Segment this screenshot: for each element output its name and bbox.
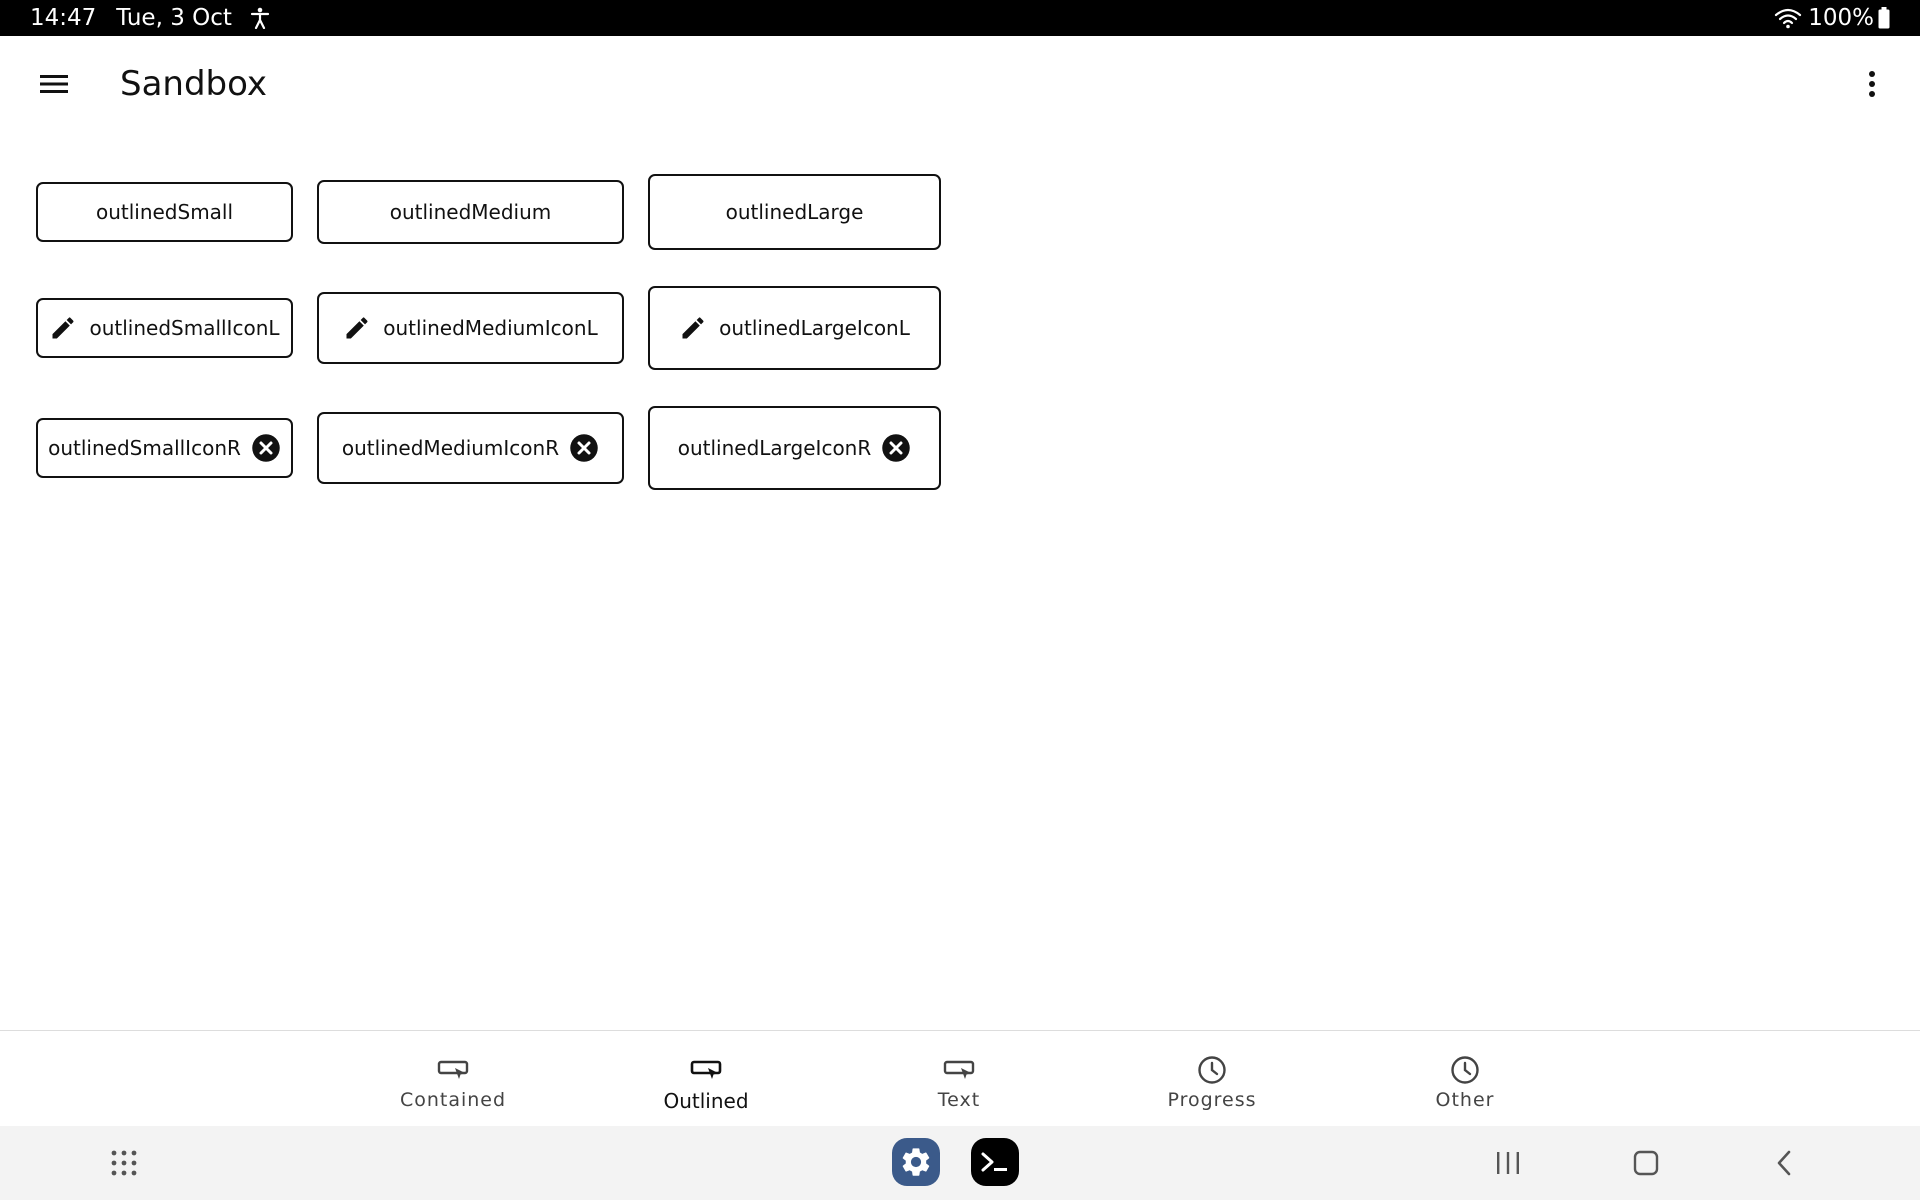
wifi-icon xyxy=(1774,7,1802,29)
pencil-icon xyxy=(679,314,707,342)
outlined-small-icon-right-button[interactable]: outlinedSmallIconR xyxy=(36,418,293,478)
nav-label: Contained xyxy=(399,1089,507,1111)
gear-icon xyxy=(899,1145,933,1179)
clock-icon xyxy=(1197,1055,1227,1085)
app-bar: Sandbox xyxy=(0,36,1920,132)
status-date: Tue, 3 Oct xyxy=(116,5,232,31)
button-label: outlinedMediumIconL xyxy=(383,316,598,340)
battery-icon xyxy=(1878,7,1890,29)
outlined-large-icon-right-button[interactable]: outlinedLargeIconR xyxy=(648,406,941,490)
nav-tab-outlined[interactable]: Outlined xyxy=(606,1031,806,1127)
outlined-small-button[interactable]: outlinedSmall xyxy=(36,182,293,242)
button-label: outlinedMedium xyxy=(389,200,552,224)
pencil-icon xyxy=(343,314,371,342)
button-label: outlinedLarge xyxy=(725,200,864,224)
nav-label: Progress xyxy=(1167,1089,1257,1111)
overflow-menu-button[interactable] xyxy=(1848,60,1896,108)
home-square-icon xyxy=(1633,1150,1659,1176)
system-navigation-bar xyxy=(0,1126,1920,1200)
battery-level: 100% xyxy=(1808,5,1874,31)
cancel-icon xyxy=(251,433,281,463)
cancel-icon xyxy=(881,433,911,463)
outlined-medium-icon-right-button[interactable]: outlinedMediumIconR xyxy=(317,412,624,484)
terminal-app-button[interactable] xyxy=(971,1138,1019,1186)
settings-app-button[interactable] xyxy=(892,1138,940,1186)
hamburger-menu-icon xyxy=(40,74,68,94)
menu-button[interactable] xyxy=(24,60,84,108)
recent-apps-button[interactable] xyxy=(1484,1126,1532,1200)
apps-grid-icon xyxy=(110,1149,138,1177)
cancel-icon xyxy=(569,433,599,463)
nav-tab-contained[interactable]: Contained xyxy=(353,1031,553,1127)
nav-tab-text[interactable]: Text xyxy=(859,1031,1059,1127)
pencil-icon xyxy=(49,314,77,342)
button-label: outlinedLargeIconL xyxy=(719,316,910,340)
button-label: outlinedMediumIconR xyxy=(341,436,560,460)
page-title: Sandbox xyxy=(120,64,268,104)
recents-icon xyxy=(1495,1151,1521,1175)
home-button[interactable] xyxy=(1622,1126,1670,1200)
button-icon xyxy=(690,1055,722,1085)
clock-icon xyxy=(1450,1055,1480,1085)
outlined-small-icon-left-button[interactable]: outlinedSmallIconL xyxy=(36,298,293,358)
terminal-icon xyxy=(980,1150,1010,1174)
outlined-large-icon-left-button[interactable]: outlinedLargeIconL xyxy=(648,286,941,370)
nav-tab-other[interactable]: Other xyxy=(1365,1031,1565,1127)
more-vert-icon xyxy=(1868,70,1876,98)
nav-label: Other xyxy=(1435,1089,1495,1111)
button-label: outlinedLargeIconR xyxy=(677,436,872,460)
chevron-left-icon xyxy=(1775,1149,1793,1177)
nav-tab-progress[interactable]: Progress xyxy=(1112,1031,1312,1127)
outlined-medium-icon-left-button[interactable]: outlinedMediumIconL xyxy=(317,292,624,364)
button-label: outlinedSmall xyxy=(95,200,234,224)
button-label: outlinedSmallIconR xyxy=(48,436,241,460)
outlined-medium-button[interactable]: outlinedMedium xyxy=(317,180,624,244)
button-icon xyxy=(943,1055,975,1085)
button-label: outlinedSmallIconL xyxy=(89,316,280,340)
nav-label: Text xyxy=(937,1089,981,1111)
accessibility-icon xyxy=(250,7,270,29)
app-drawer-button[interactable] xyxy=(100,1126,148,1200)
back-button[interactable] xyxy=(1760,1126,1808,1200)
status-time: 14:47 xyxy=(30,5,97,31)
status-bar: 14:47 Tue, 3 Oct 100% xyxy=(0,0,1920,36)
button-icon xyxy=(437,1055,469,1085)
bottom-navigation: Contained Outlined Text Progress Other xyxy=(0,1030,1920,1126)
nav-label: Outlined xyxy=(663,1089,749,1113)
outlined-large-button[interactable]: outlinedLarge xyxy=(648,174,941,250)
